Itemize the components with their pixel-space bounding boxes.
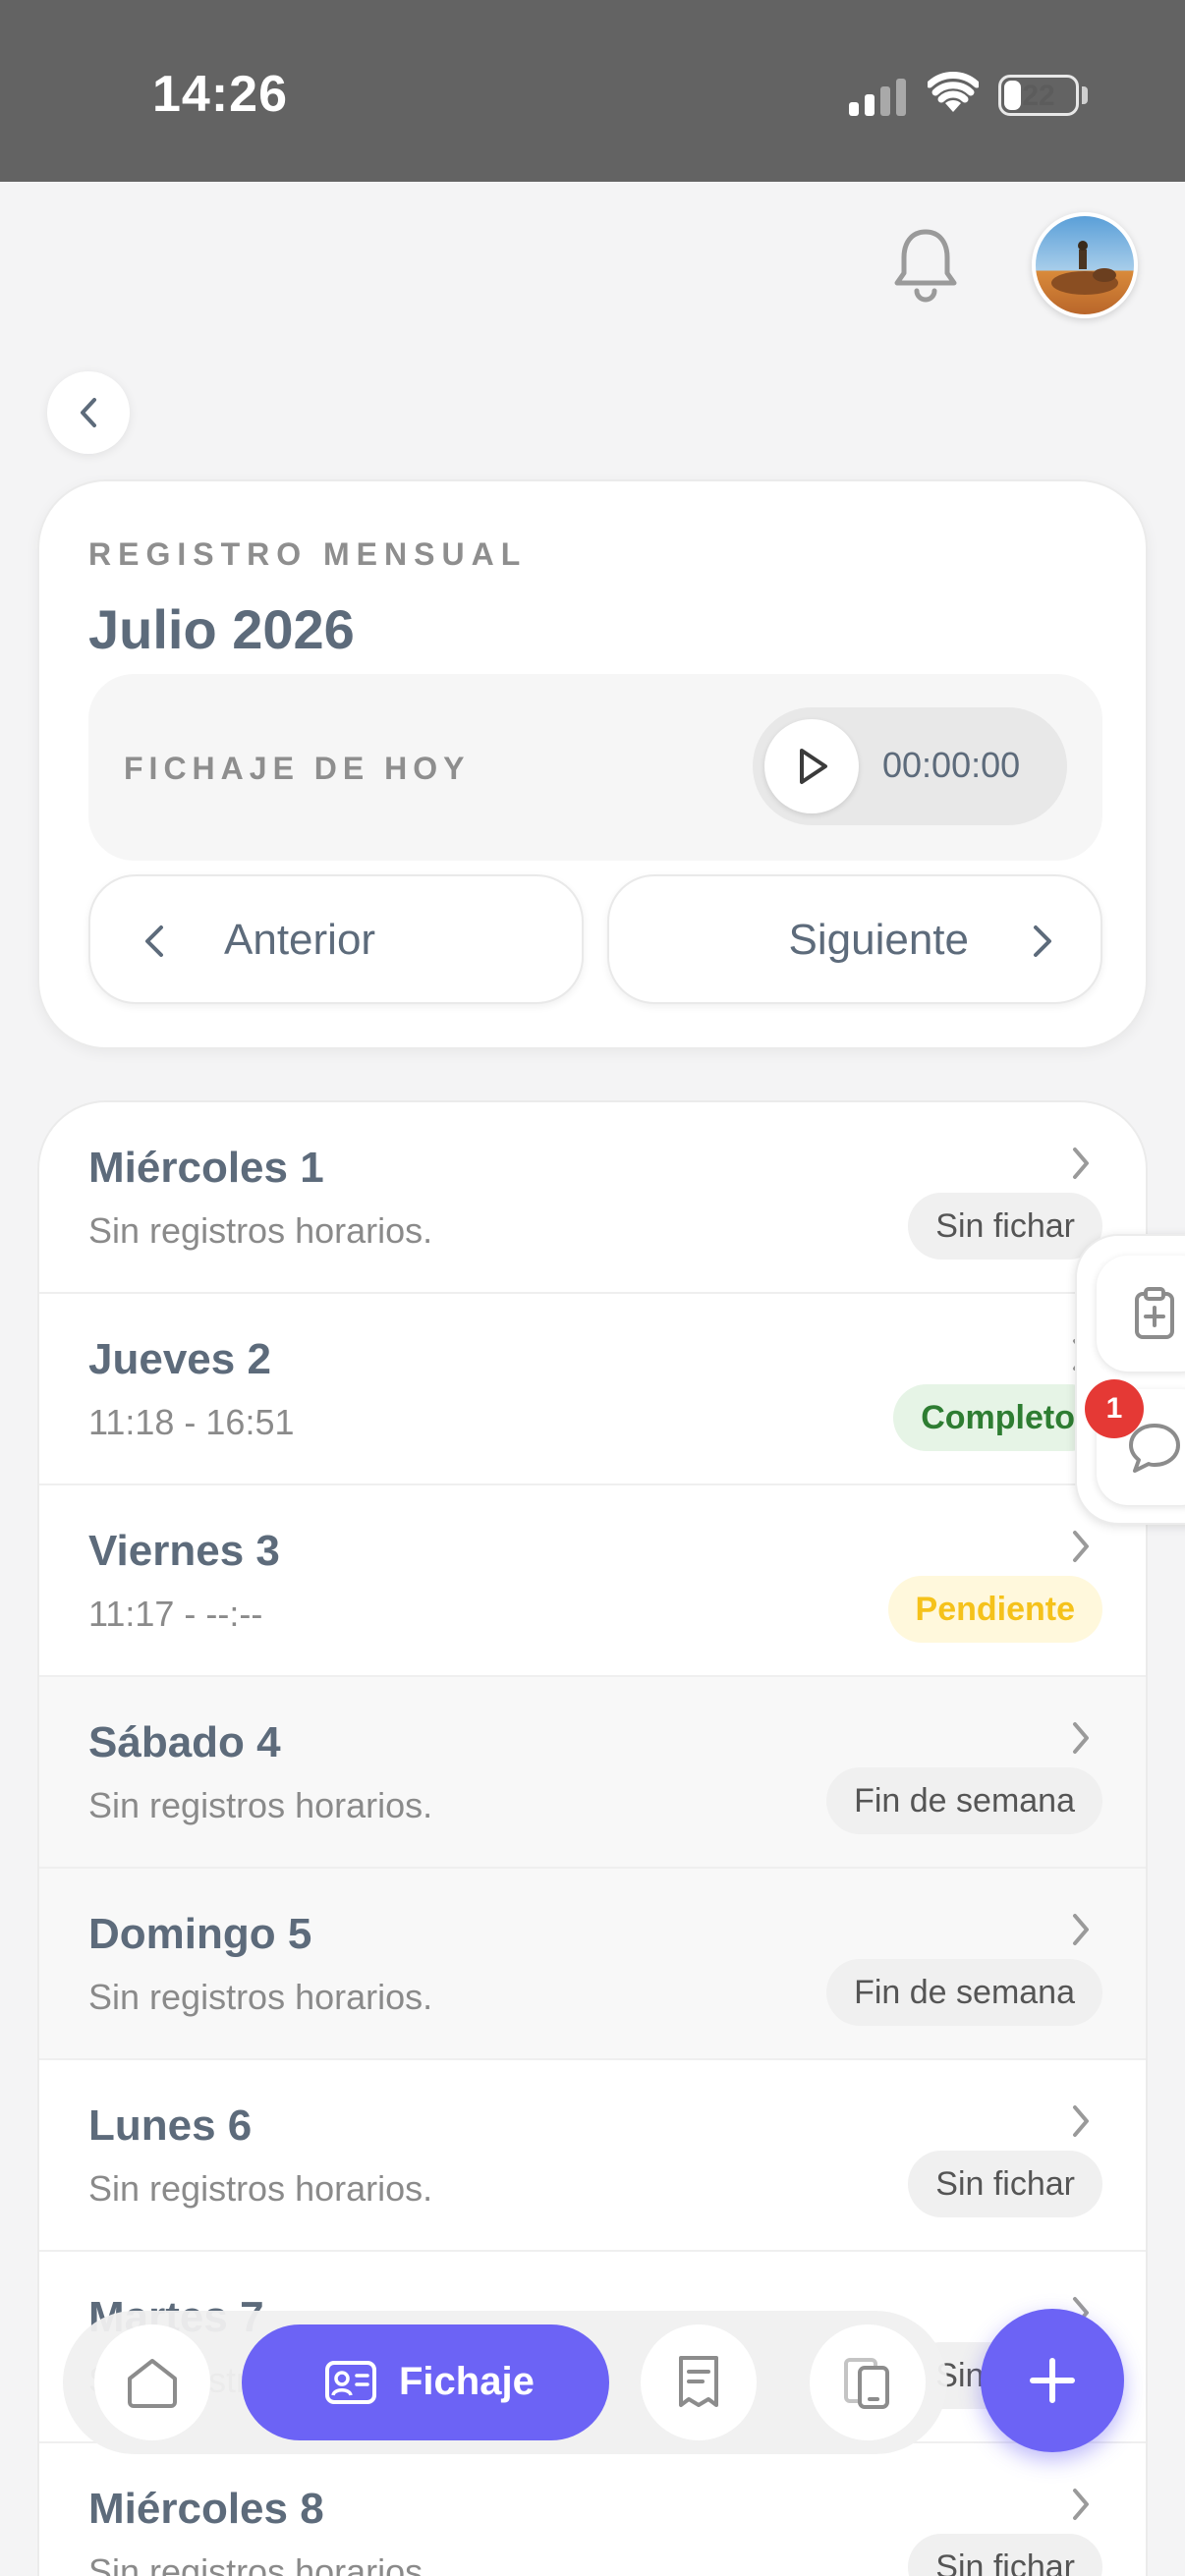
day-row[interactable]: Miércoles 8 Sin registros horarios. Sin fi… [39,2443,1146,2576]
previous-label: Anterior [224,916,376,964]
status-badge: Completo [893,1384,1102,1451]
card-label: REGISTRO MENSUAL [88,536,528,572]
nav-fichaje-label: Fichaje [399,2360,535,2403]
avatar[interactable] [1032,212,1138,318]
day-time-range: Sin registros horarios. [88,1785,433,1825]
chevron-right-icon [1073,2489,1089,2520]
status-badge: Sin fichar [908,1193,1102,1260]
day-time-range: Sin registros horarios. [88,2551,433,2576]
bottom-navigation: Fichaje [63,2311,947,2454]
devices-icon [844,2358,889,2409]
nav-receipt-button[interactable] [641,2324,757,2440]
back-button[interactable] [47,371,130,454]
home-icon [128,2359,177,2408]
status-badge: Sin fichar [908,2151,1102,2217]
battery-tip [1082,86,1088,104]
day-row[interactable]: Domingo 5 Sin registros horarios. Fin de s… [39,1869,1146,2060]
day-name: Lunes 6 [88,2101,253,2150]
chevron-right-icon [1073,1914,1089,1945]
status-badge: Sin fichar [908,2534,1102,2576]
timer-pill: 00:00:00 [753,707,1067,825]
timer-display: 00:00:00 [882,745,1021,785]
day-name: Miércoles 1 [88,1144,324,1192]
battery-level: 22 [1022,80,1055,112]
app-screen: 14:26 22 REGISTRO MENSUAL Julio 2026 FIC… [0,0,1185,2576]
monthly-record-card: REGISTRO MENSUAL Julio 2026 FICHAJE DE H… [37,479,1148,1049]
chevron-left-icon [145,925,163,957]
bell-icon[interactable] [889,226,962,303]
day-row[interactable]: Miércoles 1 Sin registros horarios. Sin fi… [39,1102,1146,1294]
status-badge: Fin de semana [826,1767,1102,1834]
day-time-range: Sin registros horarios. [88,2168,433,2209]
chevron-right-icon [1073,1531,1089,1562]
play-button[interactable] [764,719,859,813]
day-name: Viernes 3 [88,1527,280,1575]
today-label: FICHAJE DE HOY [124,751,471,786]
nav-home-button[interactable] [94,2324,210,2440]
avatar-photo [1036,216,1134,314]
day-row[interactable]: Lunes 6 Sin registros horarios. Sin fichar [39,2060,1146,2252]
month-title: Julio 2026 [88,598,355,660]
chevron-right-icon [1073,1148,1089,1179]
status-bar: 14:26 22 [0,0,1185,182]
wifi-icon [928,72,979,112]
nav-fichaje-button[interactable]: Fichaje [242,2324,609,2440]
day-time-range: 11:18 - 16:51 [88,1402,295,1442]
day-name: Jueves 2 [88,1335,271,1383]
add-button[interactable] [981,2309,1124,2452]
nav-devices-button[interactable] [810,2324,926,2440]
next-month-button[interactable]: Siguiente [607,874,1102,1004]
day-row[interactable]: Sábado 4 Sin registros horarios. Fin de se… [39,1677,1146,1869]
day-name: Miércoles 8 [88,2485,324,2533]
day-name: Domingo 5 [88,1910,312,1958]
status-badge: Pendiente [887,1576,1102,1643]
plus-icon [1030,2358,1075,2403]
clipboard-add-button[interactable] [1097,1256,1185,1372]
day-time-range: Sin registros horarios. [88,1210,433,1251]
id-card-icon [325,2361,376,2404]
battery-icon: 22 [998,75,1079,116]
status-time: 14:26 [152,66,288,123]
previous-month-button[interactable]: Anterior [88,874,584,1004]
chevron-right-icon [1034,925,1051,957]
next-label: Siguiente [788,916,969,964]
day-time-range: 11:17 - --:-- [88,1594,263,1634]
status-badge: Fin de semana [826,1959,1102,2026]
notification-badge: 1 [1085,1379,1144,1438]
chevron-left-icon [81,398,96,427]
chevron-right-icon [1073,2105,1089,2137]
receipt-icon [679,2356,718,2407]
chevron-right-icon [1073,1722,1089,1754]
day-time-range: Sin registros horarios. [88,1977,433,2017]
today-clock-in-box: FICHAJE DE HOY 00:00:00 [88,674,1102,861]
play-icon [800,749,827,784]
day-name: Sábado 4 [88,1718,281,1766]
cellular-signal-icon [849,79,906,116]
day-row[interactable]: Viernes 3 11:17 - --:-- Pendiente [39,1485,1146,1677]
day-row[interactable]: Jueves 2 11:18 - 16:51 Completo [39,1294,1146,1485]
clipboard-plus-icon [1135,1287,1174,1339]
side-widget [1075,1234,1185,1525]
